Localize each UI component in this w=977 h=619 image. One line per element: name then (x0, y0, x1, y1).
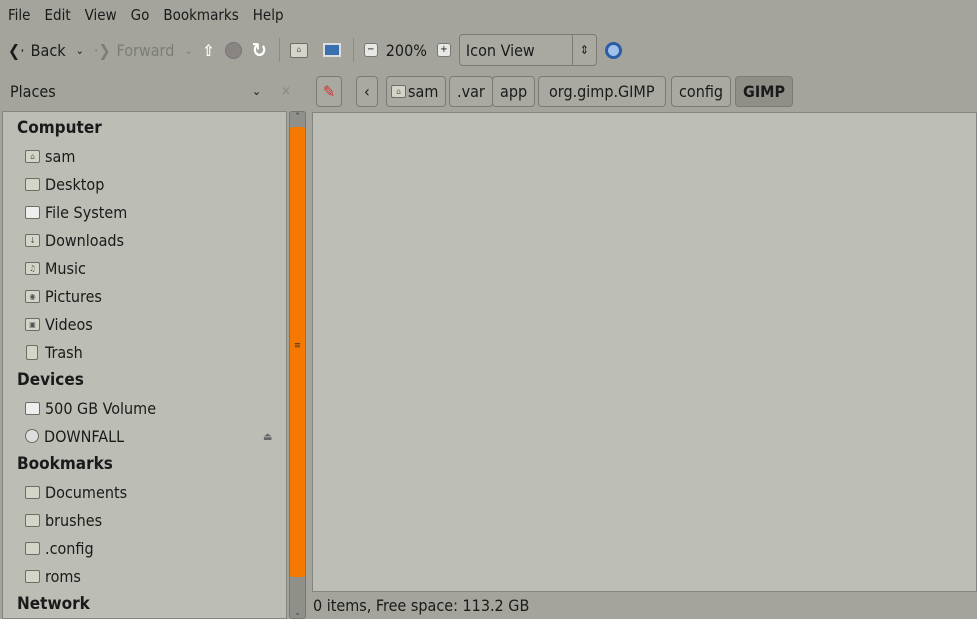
divider (278, 38, 280, 62)
zoom-out-button[interactable]: − (363, 43, 378, 57)
folder-icon (25, 513, 40, 527)
sidebar-item-file-system[interactable]: File System (3, 198, 286, 226)
section-computer: Computer (17, 118, 102, 138)
sidebar-item-brushes[interactable]: brushes (3, 506, 286, 534)
stop-icon (224, 41, 242, 59)
menu-edit[interactable]: Edit (44, 6, 70, 24)
grip-icon: ≡ (294, 341, 301, 351)
sidebar-item-downloads[interactable]: ↓ Downloads (3, 226, 286, 254)
path-config[interactable]: config (671, 76, 732, 107)
menu-help[interactable]: Help (253, 6, 284, 24)
divider (352, 38, 354, 62)
sidebar-item-documents[interactable]: Documents (3, 478, 286, 506)
status-bar: 0 items, Free space: 113.2 GB (313, 596, 530, 615)
chevron-left-icon: ‹ (364, 82, 370, 101)
path-gimp[interactable]: GIMP (735, 76, 794, 107)
drive-icon (25, 401, 40, 415)
path-app[interactable]: app (492, 76, 536, 107)
section-network: Network (17, 594, 90, 614)
places-header[interactable]: Places ⌄ × (2, 72, 291, 110)
sidebar-item-desktop[interactable]: Desktop (3, 170, 286, 198)
trash-icon (26, 344, 38, 360)
path-sam[interactable]: ⌂ sam (386, 76, 447, 107)
up-button[interactable]: ⇧ (203, 41, 215, 60)
forward-arrow-icon: ·❯ (93, 40, 111, 60)
videos-folder-icon: ▣ (25, 317, 40, 331)
drive-icon (25, 205, 40, 219)
sidebar-item-roms[interactable]: roms (3, 562, 286, 590)
forward-button[interactable]: ·❯ Forward ⌄ (94, 41, 193, 60)
menu-view[interactable]: View (85, 6, 117, 24)
scroll-down-icon[interactable]: ⌄ (290, 608, 305, 618)
computer-button[interactable] (322, 43, 341, 57)
sidebar-item-trash[interactable]: Trash (3, 338, 286, 366)
stop-button[interactable] (224, 41, 242, 59)
path-org-gimp[interactable]: org.gimp.GIMP (538, 76, 666, 107)
zoom-level: 200% (385, 40, 427, 60)
view-select[interactable]: Icon View ⇕ (458, 34, 597, 66)
pencil-icon: ✎ (323, 82, 336, 101)
path-back-button[interactable]: ‹ (356, 76, 378, 107)
path-var[interactable]: .var (449, 76, 493, 107)
downloads-folder-icon: ↓ (25, 233, 40, 247)
section-devices: Devices (17, 370, 84, 390)
search-icon (604, 41, 622, 59)
sidebar-item-volume[interactable]: 500 GB Volume (3, 394, 286, 422)
folder-icon (25, 485, 40, 499)
chevron-down-icon[interactable]: ⌄ (184, 44, 192, 57)
close-icon[interactable]: × (281, 84, 291, 99)
sidebar-item-downfall[interactable]: DOWNFALL ⏏ (3, 422, 286, 450)
home-button[interactable]: ⌂ (289, 42, 313, 58)
back-arrow-icon: ❮· (8, 40, 25, 60)
back-button[interactable]: ❮· Back ⌄ (8, 41, 84, 60)
zoom-in-button[interactable]: + (436, 43, 451, 57)
search-button[interactable] (604, 41, 622, 59)
computer-icon (322, 43, 341, 57)
chevron-down-icon[interactable]: ⌄ (76, 44, 84, 57)
sidebar-item-config[interactable]: .config (3, 534, 286, 562)
menu-go[interactable]: Go (131, 6, 150, 24)
home-folder-icon: ⌂ (289, 42, 308, 58)
sidebar-item-pictures[interactable]: ◉ Pictures (3, 282, 286, 310)
home-folder-icon: ⌂ (25, 149, 40, 163)
home-folder-icon: ⌂ (391, 85, 406, 98)
folder-icon (25, 569, 40, 583)
sidebar-item-sam[interactable]: ⌂ sam (3, 142, 286, 170)
disc-icon (25, 429, 39, 443)
places-sidebar: Computer ⌂ sam Desktop File System ↓ Downl… (2, 111, 287, 619)
eject-icon[interactable]: ⏏ (263, 430, 272, 443)
scroll-up-icon[interactable]: ⌃ (290, 112, 305, 122)
toolbar: ❮· Back ⌄ ·❯ Forward ⌄ ⇧ ↻ ⌂ − 200% + Icon V… (0, 30, 977, 70)
folder-icon (25, 541, 40, 555)
scrollbar-thumb[interactable]: ≡ (290, 127, 305, 577)
desktop-folder-icon (25, 177, 40, 191)
menu-bookmarks[interactable]: Bookmarks (163, 6, 238, 24)
sidebar-item-music[interactable]: ♫ Music (3, 254, 286, 282)
menubar: File Edit View Go Bookmarks Help (0, 0, 977, 30)
reload-button[interactable]: ↻ (252, 38, 267, 62)
updown-icon: ⇕ (571, 35, 596, 65)
menu-file[interactable]: File (8, 6, 30, 24)
chevron-down-icon[interactable]: ⌄ (252, 84, 261, 98)
sidebar-item-videos[interactable]: ▣ Videos (3, 310, 286, 338)
file-view[interactable] (312, 112, 977, 592)
music-folder-icon: ♫ (25, 261, 40, 275)
section-bookmarks: Bookmarks (17, 454, 113, 474)
edit-location-button[interactable]: ✎ (316, 76, 343, 107)
pictures-folder-icon: ◉ (25, 289, 40, 303)
